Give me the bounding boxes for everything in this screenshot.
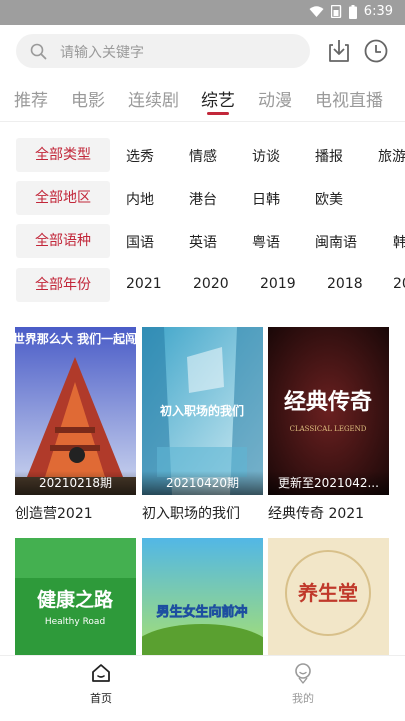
- filter-option[interactable]: 内地: [126, 189, 154, 209]
- filter-row-year: 全部年份 2021 2020 2019 2018 20: [0, 268, 405, 302]
- filter-option[interactable]: 日韩: [252, 189, 280, 209]
- filter-option[interactable]: 2020: [193, 276, 229, 292]
- filter-option[interactable]: 20: [393, 276, 405, 292]
- poster-chuangzaoying: 世界那么大 我们一起闯 20210218期: [15, 327, 136, 495]
- filter-row-region: 全部地区 内地 港台 日韩 欧美: [0, 181, 405, 215]
- category-tabs: 推荐 电影 连续剧 综艺 动漫 电视直播: [0, 80, 405, 120]
- show-title: 经典传奇 2021: [268, 506, 365, 522]
- filter-option[interactable]: 访谈: [252, 146, 280, 166]
- nav-mine-label: 我的: [292, 692, 314, 705]
- tab-movie[interactable]: 电影: [71, 86, 105, 111]
- filter-option[interactable]: 英语: [189, 232, 217, 252]
- show-title: 创造营2021: [15, 506, 93, 522]
- poster-text: 健康之路: [37, 588, 114, 611]
- filter-row-type: 全部类型 选秀 情感 访谈 播报 旅游: [0, 138, 405, 172]
- wifi-icon: [309, 5, 324, 18]
- tab-recommend[interactable]: 推荐: [14, 86, 48, 111]
- episode-label: 20210420期: [142, 471, 263, 495]
- filter-option[interactable]: 旅游: [378, 146, 405, 166]
- filter-option[interactable]: 闽南语: [315, 232, 357, 252]
- filter-option[interactable]: 情感: [189, 146, 217, 166]
- filter-all-languages[interactable]: 全部语种: [16, 224, 110, 258]
- tab-variety[interactable]: 综艺: [201, 86, 235, 111]
- search-input[interactable]: 请输入关键字: [16, 34, 310, 68]
- poster-churu-zhichang: 初入职场的我们 20210420期: [142, 327, 263, 495]
- poster-nansheng-nvsheng: 男生女生向前冲: [142, 538, 263, 655]
- poster-text: 男生女生向前冲: [156, 604, 247, 620]
- home-icon: [90, 664, 112, 687]
- poster-jingdian-chuanqi: 经典传奇 CLASSICAL LEGEND 更新至2021042...: [268, 327, 389, 495]
- filter-option[interactable]: 粤语: [252, 232, 280, 252]
- svg-text:CLASSICAL LEGEND: CLASSICAL LEGEND: [290, 425, 367, 433]
- poster-text: 养生堂: [297, 581, 358, 605]
- filter-option[interactable]: 欧美: [315, 189, 343, 209]
- active-tab-indicator: [207, 112, 229, 115]
- poster-text: 初入职场的我们: [160, 403, 244, 418]
- svg-text:Healthy Road: Healthy Road: [45, 617, 105, 627]
- filter-option[interactable]: 港台: [189, 189, 217, 209]
- nav-home-label: 首页: [90, 692, 112, 705]
- filter-option[interactable]: 国语: [126, 232, 154, 252]
- filter-option[interactable]: 2019: [260, 276, 296, 292]
- episode-label: 20210218期: [15, 471, 136, 495]
- filter-option[interactable]: 韩: [393, 232, 405, 252]
- nav-mine[interactable]: 我的: [268, 662, 338, 706]
- filter-option[interactable]: 2018: [327, 276, 363, 292]
- search-row: 请输入关键字: [0, 30, 405, 72]
- episode-label: 更新至2021042...: [268, 471, 389, 495]
- poster-yangshengtang: 养生堂: [268, 538, 389, 655]
- poster-jiankang-zhilu: 健康之路 Healthy Road: [15, 538, 136, 655]
- poster-text: 世界那么大 我们一起闯: [15, 331, 136, 346]
- search-placeholder: 请输入关键字: [60, 45, 144, 61]
- battery-icon: [348, 4, 357, 19]
- filter-option[interactable]: 播报: [315, 146, 343, 166]
- history-clock-icon[interactable]: [361, 36, 391, 66]
- download-icon[interactable]: [324, 36, 354, 66]
- status-icons: 6:39: [309, 4, 393, 19]
- divider: [0, 121, 405, 122]
- poster-text: 经典传奇: [284, 389, 372, 415]
- search-icon: [30, 43, 47, 64]
- tab-series[interactable]: 连续剧: [128, 86, 179, 111]
- filter-all-types[interactable]: 全部类型: [16, 138, 110, 172]
- tab-live-tv[interactable]: 电视直播: [315, 86, 383, 111]
- tab-anime[interactable]: 动漫: [258, 86, 292, 111]
- bottom-nav: 首页 我的: [0, 655, 405, 721]
- filter-option[interactable]: 2021: [126, 276, 162, 292]
- filter-row-language: 全部语种 国语 英语 粤语 闽南语 韩: [0, 224, 405, 258]
- filter-all-years[interactable]: 全部年份: [16, 268, 110, 302]
- status-time: 6:39: [363, 4, 393, 19]
- signal-icon: [330, 5, 342, 18]
- filter-option[interactable]: 选秀: [126, 146, 154, 166]
- nav-home[interactable]: 首页: [66, 662, 136, 706]
- filter-all-regions[interactable]: 全部地区: [16, 181, 110, 215]
- profile-icon: [292, 663, 314, 687]
- status-bar: 6:39: [0, 0, 405, 25]
- show-title: 初入职场的我们: [142, 506, 240, 522]
